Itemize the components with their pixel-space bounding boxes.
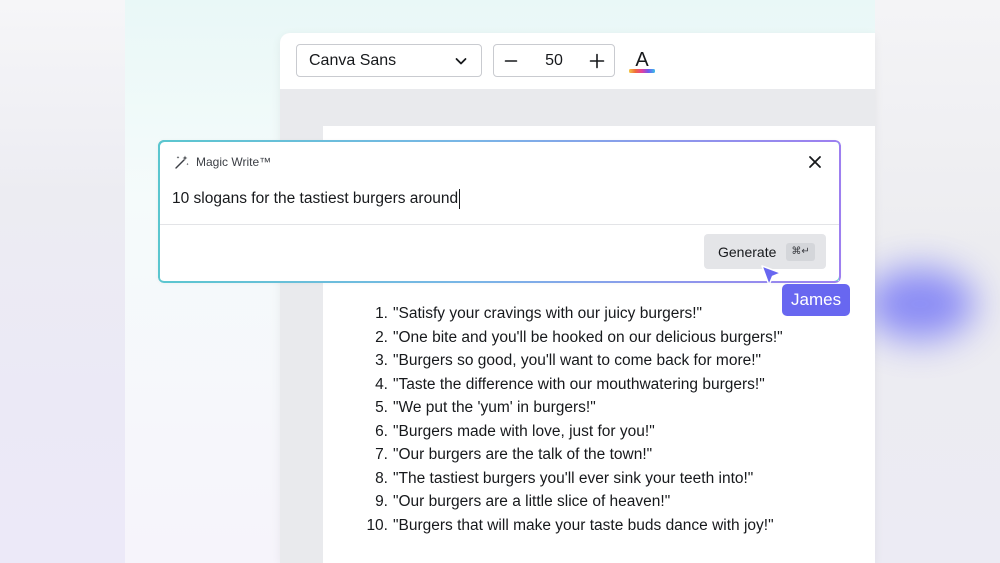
generate-label: Generate (718, 243, 777, 260)
slogan-item: 4. "Taste the difference with our mouthwa… (362, 373, 783, 397)
background-right (865, 0, 1000, 563)
slogan-text: "We put the 'yum' in burgers!" (393, 399, 596, 416)
slogan-text: "Burgers that will make your taste buds … (393, 516, 774, 534)
text-color-letter: A (635, 49, 649, 71)
text-toolbar: Canva Sans 50 A (280, 33, 875, 89)
slogan-item: 3. "Burgers so good, you'll want to come … (362, 349, 783, 373)
slogan-number: 6. (375, 422, 388, 440)
magic-write-prompt-input[interactable]: 10 slogans for the tastiest burgers arou… (172, 189, 461, 209)
font-family-select[interactable]: Canva Sans (296, 44, 482, 77)
slogan-list: 1. "Satisfy your cravings with our juicy … (362, 302, 783, 538)
close-icon[interactable] (807, 154, 823, 170)
magic-write-panel: Magic Write™ 10 slogans for the tastiest… (158, 140, 840, 282)
slogan-text: "Our burgers are a little slice of heave… (393, 493, 671, 510)
slogan-number: 1. (375, 305, 388, 322)
slogan-item: 5. "We put the 'yum' in burgers!" (362, 396, 783, 420)
slogan-text: "Burgers made with love, just for you!" (393, 422, 655, 440)
keyboard-shortcut-badge: ⌘↵ (786, 242, 815, 261)
background-glow (865, 268, 975, 340)
prompt-text: 10 slogans for the tastiest burgers arou… (172, 190, 459, 207)
text-caret (459, 189, 461, 209)
font-size-value[interactable]: 50 (545, 52, 563, 70)
divider (159, 224, 839, 225)
chevron-down-icon (455, 57, 467, 64)
slogan-text: "Satisfy your cravings with our juicy bu… (393, 305, 703, 322)
plus-icon (589, 53, 605, 68)
slogan-item: 7. "Our burgers are the talk of the town!… (362, 443, 783, 467)
slogan-text: "The tastiest burgers you'll ever sink y… (393, 469, 754, 487)
slogan-number: 9. (375, 493, 388, 510)
slogan-number: 7. (375, 446, 388, 463)
decrease-font-size-button[interactable] (502, 52, 520, 70)
magic-write-title: Magic Write™ (196, 155, 272, 169)
increase-font-size-button[interactable] (588, 52, 606, 70)
slogan-text: "Taste the difference with our mouthwate… (393, 375, 765, 393)
slogan-item: 8. "The tastiest burgers you'll ever sink… (362, 467, 783, 491)
minus-icon (504, 59, 518, 62)
pointer-cursor-icon (761, 265, 782, 286)
slogan-number: 5. (375, 399, 388, 416)
font-family-value: Canva Sans (309, 51, 397, 69)
slogan-number: 4. (375, 375, 388, 393)
slogan-item: 1. "Satisfy your cravings with our juicy … (362, 302, 783, 326)
slogan-number: 2. (375, 328, 388, 346)
magic-wand-icon (175, 155, 189, 169)
slogan-item: 9. "Our burgers are a little slice of hea… (362, 490, 783, 514)
text-color-icon[interactable]: A (628, 47, 656, 75)
magic-write-header: Magic Write™ (174, 154, 271, 170)
slogan-item: 6. "Burgers made with love, just for you!… (362, 420, 783, 444)
slogan-item: 10. "Burgers that will make your taste bu… (362, 514, 783, 538)
slogan-number: 10. (366, 516, 388, 534)
slogan-number: 8. (375, 469, 388, 487)
slogan-item: 2. "One bite and you'll be hooked on our … (362, 326, 783, 350)
collaborator-name-badge: James (782, 284, 851, 316)
slogan-text: "Burgers so good, you'll want to come ba… (393, 352, 762, 369)
slogan-number: 3. (375, 352, 388, 369)
slogan-text: "One bite and you'll be hooked on our de… (393, 328, 783, 346)
slogan-text: "Our burgers are the talk of the town!" (393, 446, 653, 463)
background-left (0, 0, 125, 563)
font-size-stepper: 50 (493, 44, 615, 77)
